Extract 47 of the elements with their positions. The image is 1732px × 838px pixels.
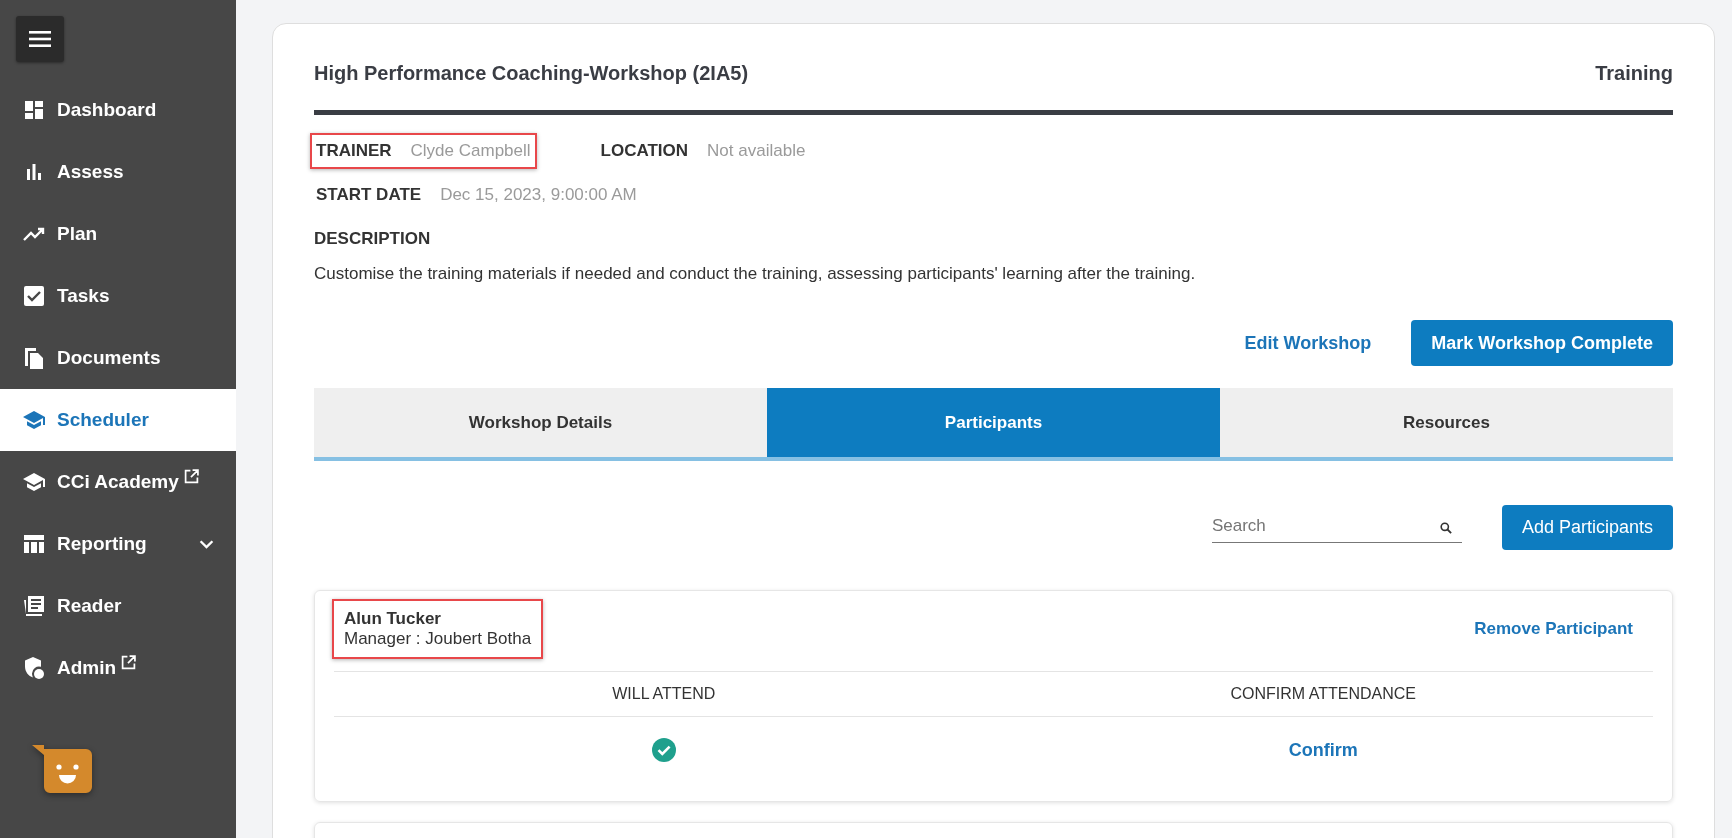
field-value: Dec 15, 2023, 9:00:00 AM xyxy=(440,185,637,205)
graduation-cap-icon xyxy=(22,408,46,432)
column-header: CONFIRM ATTENDANCE xyxy=(1230,685,1416,703)
sidebar-item[interactable]: Documents xyxy=(0,327,236,389)
tab[interactable]: Resources xyxy=(1220,388,1673,457)
participant-name: Alun Tucker xyxy=(344,609,442,629)
sidebar-item[interactable]: Reporting xyxy=(0,513,236,575)
tab[interactable]: Participants xyxy=(767,388,1220,457)
edit-workshop-link[interactable]: Edit Workshop xyxy=(1244,332,1372,354)
sidebar-item[interactable]: Scheduler xyxy=(0,389,236,451)
column-header: WILL ATTEND xyxy=(612,685,716,703)
field-value: Not available xyxy=(707,141,806,161)
search-icon xyxy=(1439,522,1452,534)
external-link-icon xyxy=(121,655,137,670)
sidebar-item[interactable]: Assess xyxy=(0,141,236,203)
category-label: Training xyxy=(1595,62,1673,85)
field-label: TRAINER xyxy=(316,141,392,161)
sidebar-item[interactable]: Tasks xyxy=(0,265,236,327)
reader-icon xyxy=(22,594,46,618)
workshop-title: High Performance Coaching-Workshop (2IA5) xyxy=(314,62,749,85)
external-link-icon xyxy=(183,469,199,484)
add-participants-button[interactable]: Add Participants xyxy=(1501,505,1673,550)
checkbox-icon xyxy=(22,284,46,308)
description-text: Customise the training materials if needed and conduct the training, assessing participants' learning after the training. xyxy=(314,264,1197,284)
sidebar-item[interactable]: Dashboard xyxy=(0,79,236,141)
field-label: START DATE xyxy=(316,185,422,205)
smiley-face-icon xyxy=(32,745,94,795)
sidebar-item[interactable]: Reader xyxy=(0,575,236,637)
sidebar-item[interactable]: Plan xyxy=(0,203,236,265)
manager-name: Manager : Joubert Botha xyxy=(344,629,532,649)
documents-icon xyxy=(22,346,46,370)
chevron-down-icon xyxy=(199,538,214,550)
field-value: Clyde Campbell xyxy=(410,141,531,161)
field-label: LOCATION xyxy=(600,141,689,161)
field-label: DESCRIPTION xyxy=(314,229,432,249)
graduation-cap-icon xyxy=(22,470,46,494)
shield-user-icon xyxy=(22,656,46,680)
menu-icon xyxy=(29,31,51,47)
table-icon xyxy=(22,532,46,556)
mark-complete-button[interactable]: Mark Workshop Complete xyxy=(1411,320,1673,366)
confirm-link[interactable]: Confirm xyxy=(1288,739,1358,761)
tab[interactable]: Workshop Details xyxy=(314,388,767,457)
menu-button[interactable] xyxy=(16,16,64,62)
dashboard-icon xyxy=(22,98,46,122)
remove-participant-link[interactable]: Remove Participant xyxy=(1474,619,1633,639)
sidebar-item[interactable]: CCi Academy xyxy=(0,451,236,513)
sidebar-item[interactable]: Admin xyxy=(0,637,236,699)
